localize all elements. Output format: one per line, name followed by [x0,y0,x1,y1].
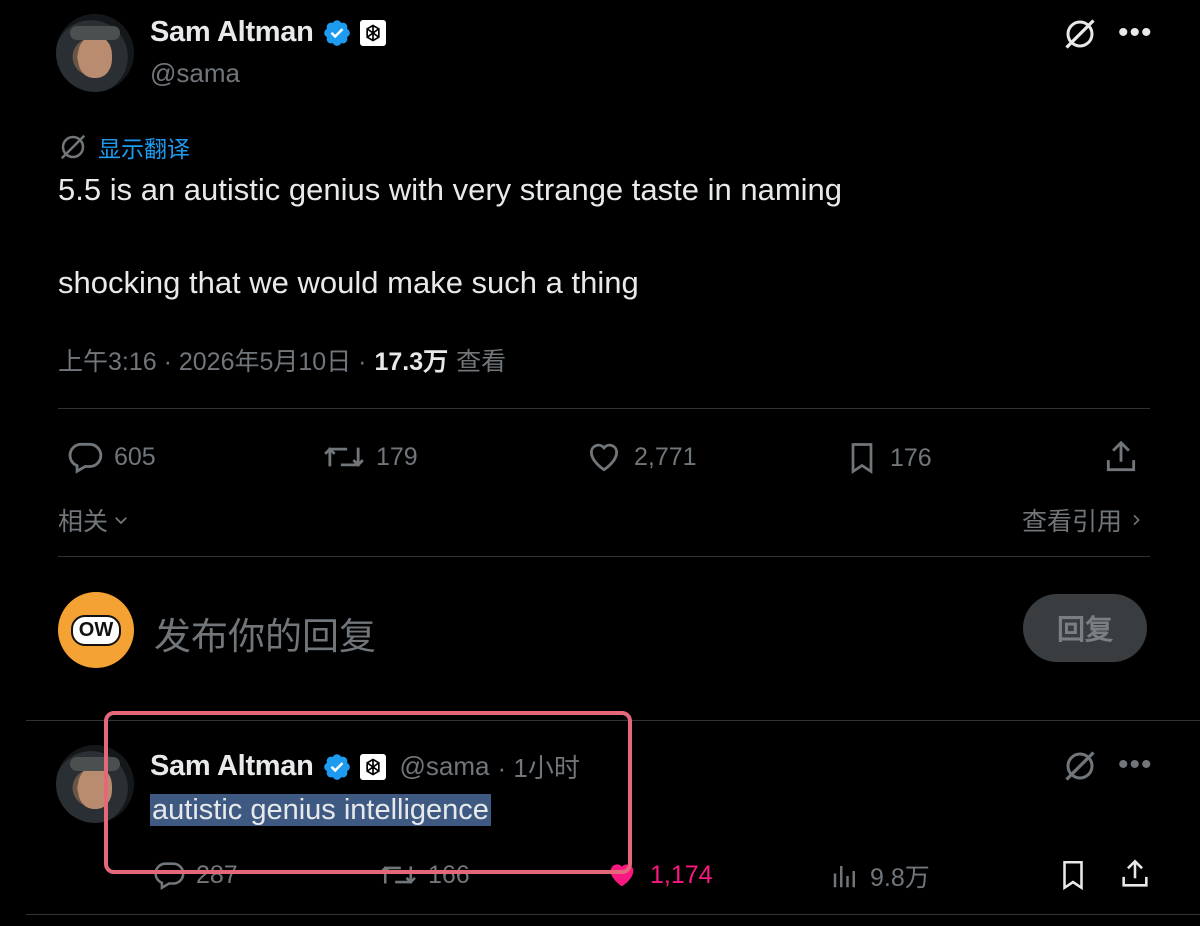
openai-badge-icon[interactable] [359,19,386,46]
like-icon [589,443,619,472]
grok-icon[interactable] [1062,748,1098,784]
reply-icon [68,442,103,474]
reply-views-action[interactable]: 9.8万 [830,858,930,894]
more-icon[interactable]: ••• [1118,16,1153,50]
chevron-right-icon [1133,514,1140,526]
author-name[interactable]: Sam Altman [150,16,314,49]
related-label: 相关 [58,508,109,536]
translate-row[interactable]: 显示翻译 [58,130,190,164]
views-count: 17.3万 [374,348,449,376]
view-quotes-label: 查看引用 [1021,508,1122,536]
view-quotes-link[interactable]: 查看引用 [1022,502,1144,538]
avatar-face [78,36,112,78]
tweet-text-line2: shocking that we would make such a thing [58,265,639,300]
more-icon[interactable]: ••• [1118,748,1153,782]
retweet-action[interactable]: 179 [322,438,418,476]
compose-avatar[interactable]: OW [58,592,134,668]
bookmark-count: 176 [890,443,932,472]
compose-avatar-text: OW [70,614,122,646]
author-handle[interactable]: @sama [150,58,240,89]
views-label: 查看 [456,348,507,376]
retweet-count: 179 [376,442,418,471]
share-icon[interactable] [1118,856,1152,892]
reply-count: 605 [114,442,156,471]
reply-views-count: 9.8万 [870,864,930,892]
reply-like-count: 1,174 [650,860,713,889]
like-action[interactable]: 2,771 [584,438,697,476]
verified-icon [323,19,350,46]
translate-link[interactable]: 显示翻译 [98,130,190,164]
divider [58,556,1150,557]
share-icon[interactable] [1102,438,1140,476]
tweet-meta: 上午3:16 · 2026年5月10日 · 17.3万 查看 [58,342,506,378]
author-name-row: Sam Altman [150,16,386,49]
reply-button[interactable]: 回复 [1023,594,1147,662]
annotation-highlight-box [104,711,632,874]
like-count: 2,771 [634,442,697,471]
grok-icon[interactable] [1062,16,1098,52]
views-icon [833,866,855,888]
avatar-goggles [70,26,120,40]
related-toggle[interactable]: 相关 [58,502,130,538]
reply-input[interactable]: 发布你的回复 [154,606,376,660]
bookmark-icon [851,443,873,475]
retweet-icon [324,447,364,467]
bookmark-icon[interactable] [1056,856,1090,894]
divider [58,408,1150,409]
translate-icon [60,134,86,160]
timestamp[interactable]: 上午3:16 · 2026年5月10日 · [58,342,366,378]
author-avatar[interactable] [56,14,134,92]
bookmark-action[interactable]: 176 [844,438,932,478]
chevron-down-icon [115,517,127,525]
tweet-text-line1: 5.5 is an autistic genius with very stra… [58,172,843,207]
divider [26,914,1200,915]
reply-action[interactable]: 605 [66,438,156,476]
